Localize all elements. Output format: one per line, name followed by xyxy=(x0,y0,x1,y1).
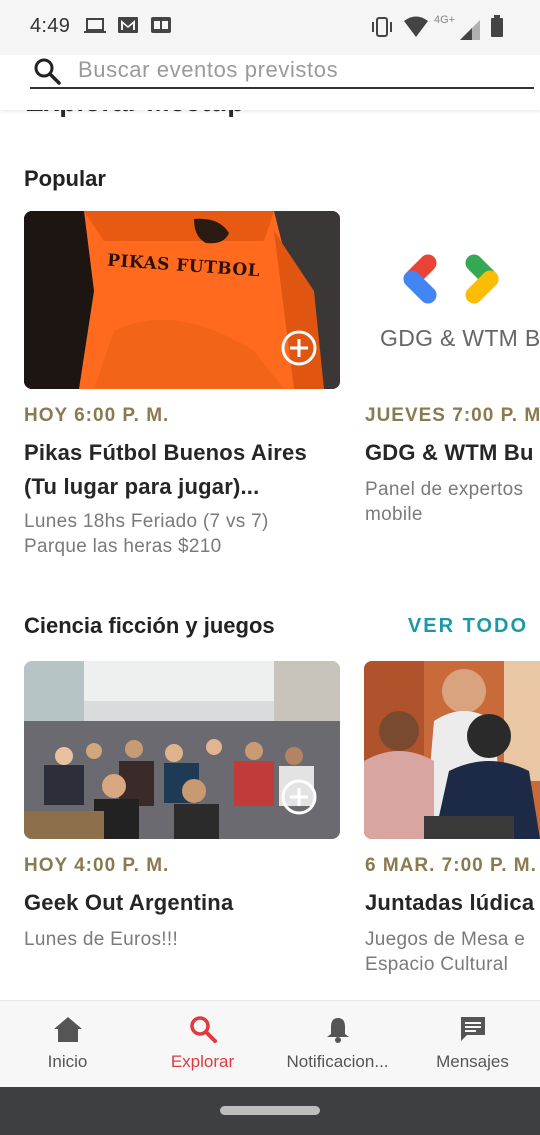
gmail-icon xyxy=(118,17,138,38)
event-description: Lunes 18hs Feriado (7 vs 7) Parque las h… xyxy=(24,509,340,559)
status-time: 4:49 xyxy=(30,15,71,37)
home-gesture-handle[interactable] xyxy=(220,1106,320,1115)
nav-label: Notificacion... xyxy=(286,1052,389,1071)
event-image-gdg: GDG & WTM B xyxy=(364,211,540,389)
event-title: GDG & WTM Bu xyxy=(365,440,534,465)
event-date: HOY 6:00 P. M. xyxy=(24,405,170,426)
bottom-navigation: Inicio Explorar Notificacion... Mensajes xyxy=(0,1000,540,1087)
wifi-icon xyxy=(403,16,429,43)
laptop-icon xyxy=(84,17,106,40)
event-desc-line: Panel de expertos xyxy=(365,479,524,500)
event-description: Juegos de Mesa e Espacio Cultural xyxy=(365,927,540,977)
vibrate-icon xyxy=(370,16,394,43)
add-event-button[interactable] xyxy=(281,779,317,815)
event-title: Pikas Fútbol Buenos Aires (Tu lugar para… xyxy=(24,436,339,504)
event-description: Lunes de Euros!!! xyxy=(24,929,179,950)
section-title-popular: Popular xyxy=(24,166,106,191)
nav-label: Explorar xyxy=(170,1052,235,1071)
status-bar: 4:49 4G+ xyxy=(0,0,540,55)
system-navigation-bar xyxy=(0,1087,540,1135)
network-type-label: 4G+ xyxy=(434,14,456,26)
event-date: HOY 4:00 P. M. xyxy=(24,855,170,876)
add-event-button[interactable] xyxy=(281,330,317,366)
event-description: Panel de expertos mobile xyxy=(365,477,540,527)
section-title-scifi: Ciencia ficción y juegos xyxy=(24,613,275,638)
message-icon xyxy=(459,1015,487,1048)
image-caption: GDG & WTM B xyxy=(380,325,540,351)
event-date: 6 MAR. 7:00 P. M. xyxy=(365,855,537,876)
search-underline xyxy=(30,87,534,89)
bell-icon xyxy=(325,1015,351,1048)
nav-item-mensajes[interactable]: Mensajes xyxy=(405,1001,540,1088)
nav-item-inicio[interactable]: Inicio xyxy=(0,1001,135,1088)
signal-icon xyxy=(460,20,480,45)
search-bar xyxy=(0,55,540,110)
nav-item-notificaciones[interactable]: Notificacion... xyxy=(270,1001,405,1088)
event-desc-line: Juegos de Mesa e xyxy=(365,929,526,950)
event-desc-line: mobile xyxy=(365,504,423,525)
event-title: Geek Out Argentina xyxy=(24,890,234,915)
nav-label: Mensajes xyxy=(436,1052,509,1071)
event-title-line: (Tu lugar para jugar)... xyxy=(24,474,260,499)
event-image-juntadas xyxy=(364,661,540,839)
event-desc-line: Lunes 18hs Feriado (7 vs 7) xyxy=(24,511,269,532)
event-date: JUEVES 7:00 P. M. xyxy=(365,405,540,426)
search-input[interactable] xyxy=(78,55,518,85)
event-title-line: Pikas Fútbol Buenos Aires xyxy=(24,440,307,465)
search-icon xyxy=(189,1015,217,1048)
battery-icon xyxy=(491,15,503,42)
nav-label: Inicio xyxy=(47,1052,88,1071)
ge-icon xyxy=(151,17,171,38)
event-desc-line: Parque las heras $210 xyxy=(24,536,222,557)
search-icon[interactable] xyxy=(33,57,61,90)
event-title: Juntadas lúdica xyxy=(365,890,535,915)
see-all-link[interactable]: VER TODO xyxy=(408,615,528,638)
home-icon xyxy=(53,1015,83,1048)
nav-item-explorar[interactable]: Explorar xyxy=(135,1001,270,1088)
event-desc-line: Espacio Cultural xyxy=(365,954,509,975)
